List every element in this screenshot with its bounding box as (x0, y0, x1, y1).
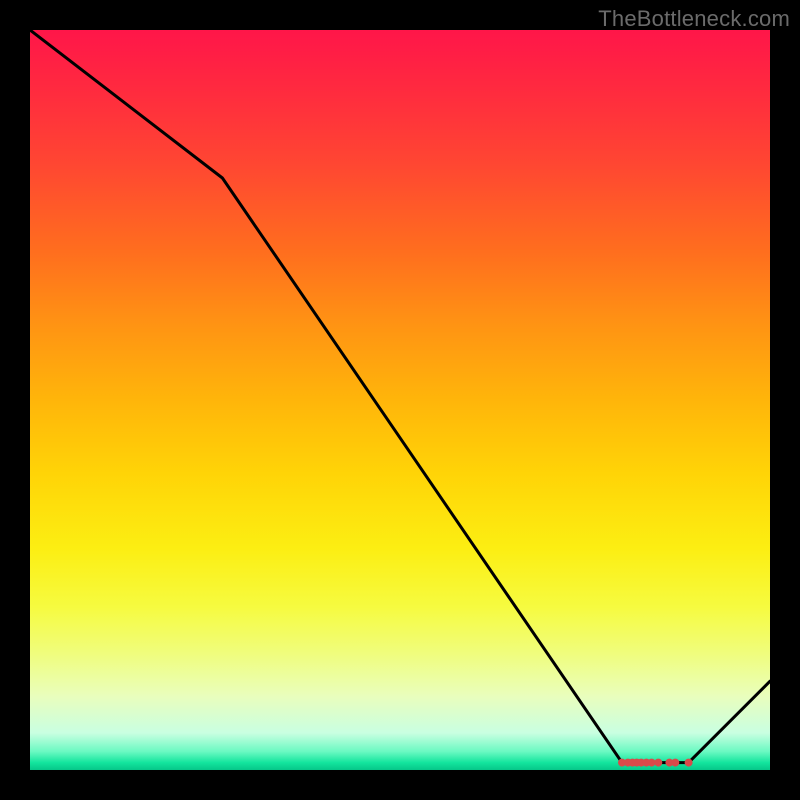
marker-dot (685, 759, 693, 767)
plot-area (30, 30, 770, 770)
marker-dot (654, 759, 662, 767)
chart-overlay (30, 30, 770, 770)
marker-dot (671, 759, 679, 767)
chart-stage: TheBottleneck.com (0, 0, 800, 800)
attribution-label: TheBottleneck.com (598, 6, 790, 32)
bottleneck-curve-line (30, 30, 770, 763)
